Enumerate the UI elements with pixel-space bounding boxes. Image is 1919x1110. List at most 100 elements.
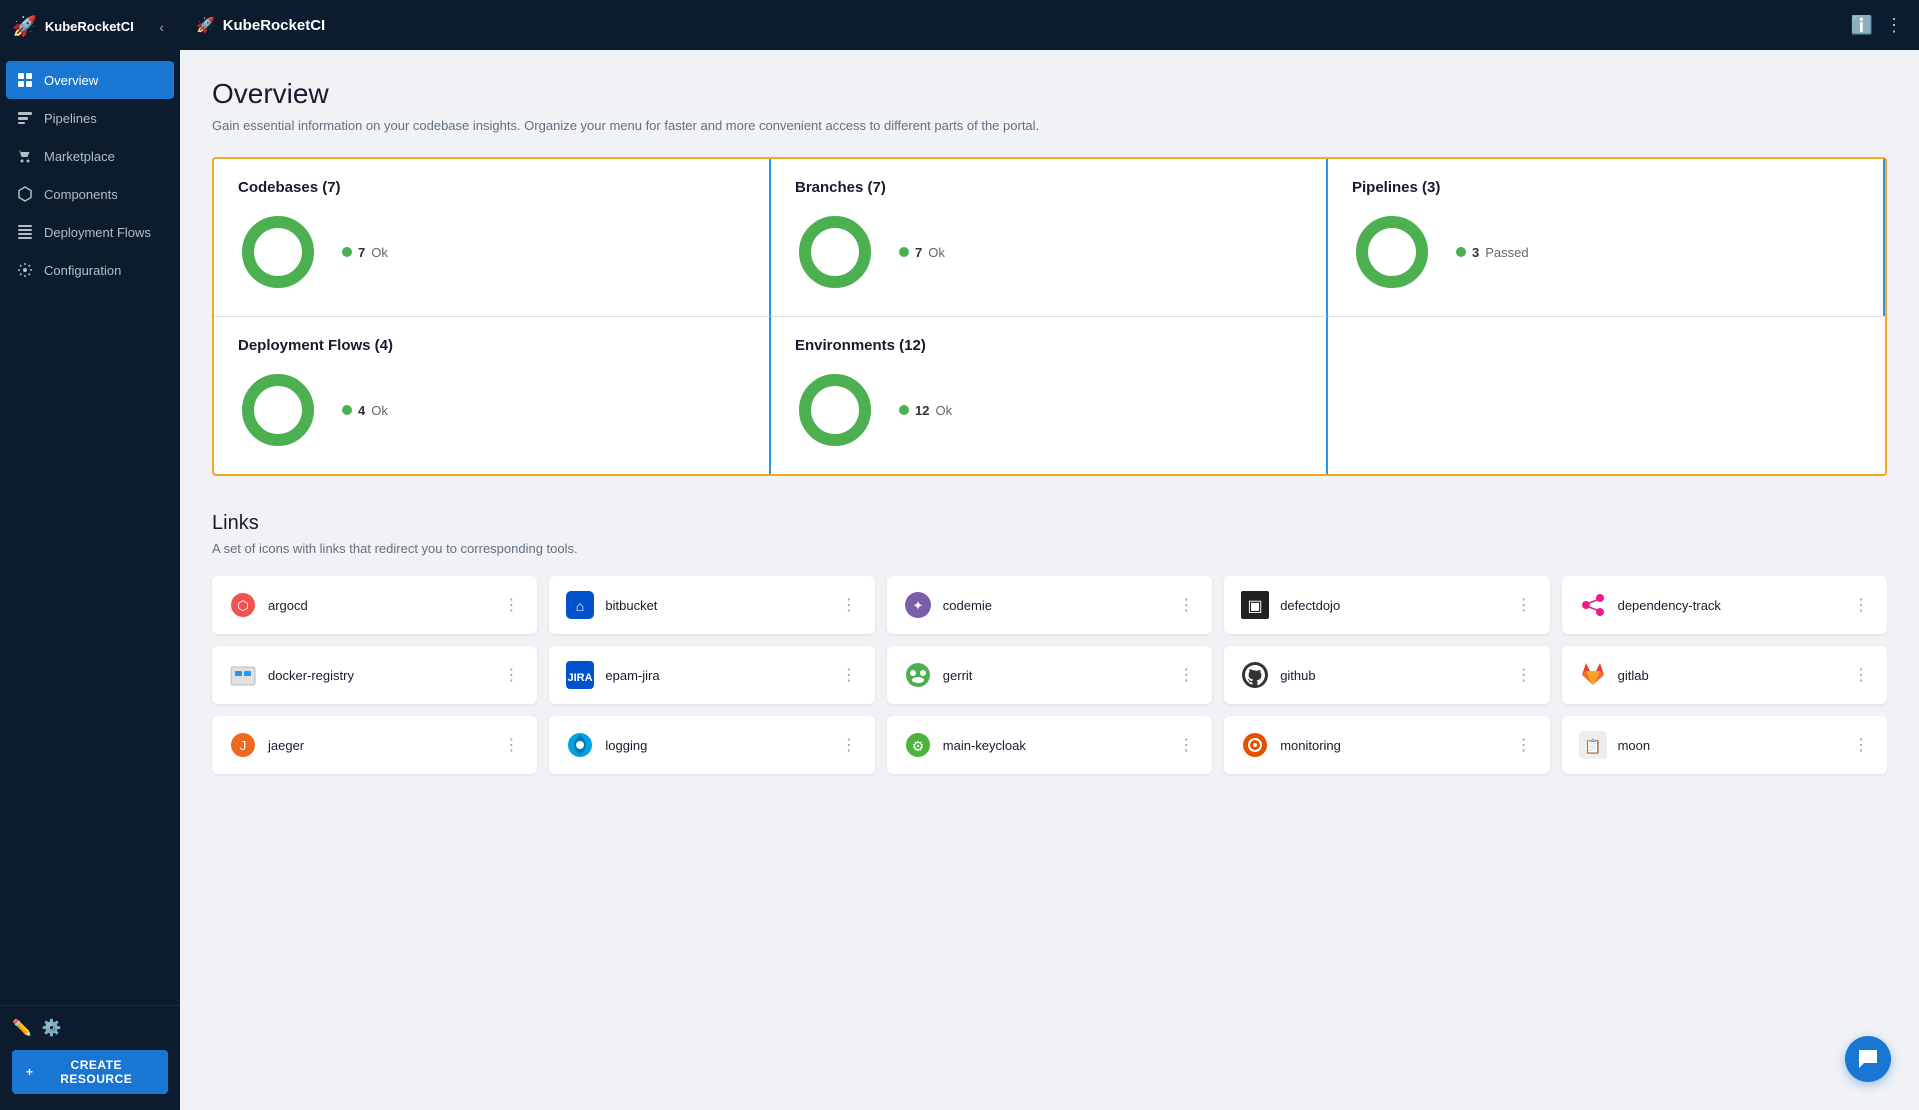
sidebar-collapse-button[interactable]: ‹ bbox=[155, 17, 168, 37]
pipelines-donut-chart bbox=[1352, 212, 1432, 292]
link-card-defectdojo[interactable]: ▣ defectdojo ⋮ bbox=[1224, 576, 1549, 634]
monitoring-icon bbox=[1240, 730, 1270, 760]
epam-jira-menu-button[interactable]: ⋮ bbox=[839, 663, 859, 687]
codemie-icon: ✦ bbox=[903, 590, 933, 620]
bitbucket-name: bitbucket bbox=[605, 598, 657, 613]
sidebar: 🚀 KubeRocketCI ‹ Overview Pipelines Mark… bbox=[0, 0, 180, 1110]
link-card-github[interactable]: github ⋮ bbox=[1224, 646, 1549, 704]
link-card-left-defectdojo: ▣ defectdojo bbox=[1240, 590, 1340, 620]
main-keycloak-icon: ⚙ bbox=[903, 730, 933, 760]
github-name: github bbox=[1280, 668, 1315, 683]
link-card-epam-jira[interactable]: JIRA epam-jira ⋮ bbox=[549, 646, 874, 704]
svg-text:▣: ▣ bbox=[1248, 598, 1263, 615]
moon-menu-button[interactable]: ⋮ bbox=[1851, 733, 1871, 757]
link-card-left-dependency-track: dependency-track bbox=[1578, 590, 1721, 620]
deployment-flows-label: Deployment Flows bbox=[44, 225, 151, 240]
main-keycloak-menu-button[interactable]: ⋮ bbox=[1176, 733, 1196, 757]
deployment-flows-legend: 4 Ok bbox=[342, 403, 388, 418]
monitoring-menu-button[interactable]: ⋮ bbox=[1514, 733, 1534, 757]
logging-name: logging bbox=[605, 738, 647, 753]
link-card-argocd[interactable]: ⬡ argocd ⋮ bbox=[212, 576, 537, 634]
sidebar-item-components[interactable]: Components bbox=[0, 175, 180, 213]
gerrit-name: gerrit bbox=[943, 668, 973, 683]
argocd-menu-button[interactable]: ⋮ bbox=[501, 593, 521, 617]
monitoring-name: monitoring bbox=[1280, 738, 1341, 753]
marketplace-label: Marketplace bbox=[44, 149, 115, 164]
sidebar-logo: 🚀 KubeRocketCI bbox=[12, 14, 134, 39]
dependency-track-menu-button[interactable]: ⋮ bbox=[1851, 593, 1871, 617]
page-title: Overview bbox=[212, 78, 1887, 110]
stat-branches[interactable]: Branches (7) 7 Ok bbox=[771, 159, 1328, 316]
marketplace-icon bbox=[16, 147, 34, 165]
link-card-bitbucket[interactable]: ⌂ bitbucket ⋮ bbox=[549, 576, 874, 634]
svg-text:⚙: ⚙ bbox=[912, 738, 925, 754]
link-card-left-gitlab: gitlab bbox=[1578, 660, 1649, 690]
stat-deployment-flows-title: Deployment Flows (4) bbox=[238, 337, 745, 354]
link-card-gerrit[interactable]: gerrit ⋮ bbox=[887, 646, 1212, 704]
github-menu-button[interactable]: ⋮ bbox=[1514, 663, 1534, 687]
environments-count: 12 bbox=[915, 403, 929, 418]
bitbucket-icon: ⌂ bbox=[565, 590, 595, 620]
link-card-logging[interactable]: logging ⋮ bbox=[549, 716, 874, 774]
link-card-gitlab[interactable]: gitlab ⋮ bbox=[1562, 646, 1887, 704]
stat-pipelines[interactable]: Pipelines (3) 3 Passed bbox=[1328, 159, 1885, 316]
github-icon bbox=[1240, 660, 1270, 690]
sidebar-nav: Overview Pipelines Marketplace Component… bbox=[0, 53, 180, 1005]
jaeger-menu-button[interactable]: ⋮ bbox=[501, 733, 521, 757]
overview-label: Overview bbox=[44, 73, 98, 88]
link-card-left-monitoring: monitoring bbox=[1240, 730, 1341, 760]
link-card-main-keycloak[interactable]: ⚙ main-keycloak ⋮ bbox=[887, 716, 1212, 774]
link-card-jaeger[interactable]: J jaeger ⋮ bbox=[212, 716, 537, 774]
stat-deployment-flows[interactable]: Deployment Flows (4) 4 Ok bbox=[214, 316, 771, 474]
sidebar-item-marketplace[interactable]: Marketplace bbox=[0, 137, 180, 175]
codemie-menu-button[interactable]: ⋮ bbox=[1176, 593, 1196, 617]
stat-environments-body: 12 Ok bbox=[795, 370, 1302, 450]
svg-text:📋: 📋 bbox=[1584, 738, 1601, 755]
stat-codebases-body: 7 Ok bbox=[238, 212, 745, 292]
link-card-monitoring[interactable]: monitoring ⋮ bbox=[1224, 716, 1549, 774]
link-card-left-bitbucket: ⌂ bitbucket bbox=[565, 590, 657, 620]
dependency-track-name: dependency-track bbox=[1618, 598, 1721, 613]
stat-codebases[interactable]: Codebases (7) 7 Ok bbox=[214, 159, 771, 316]
settings-icon-button[interactable]: ⚙️ bbox=[42, 1018, 62, 1038]
more-options-icon-button[interactable]: ⋮ bbox=[1885, 15, 1903, 36]
codebases-count: 7 bbox=[358, 245, 365, 260]
link-card-codemie[interactable]: ✦ codemie ⋮ bbox=[887, 576, 1212, 634]
link-card-left-argocd: ⬡ argocd bbox=[228, 590, 308, 620]
edit-icon-button[interactable]: ✏️ bbox=[12, 1018, 32, 1038]
info-icon-button[interactable]: ℹ️ bbox=[1851, 15, 1873, 36]
defectdojo-name: defectdojo bbox=[1280, 598, 1340, 613]
stat-empty-cell bbox=[1328, 316, 1885, 474]
svg-text:⬡: ⬡ bbox=[237, 598, 248, 613]
links-grid: ⬡ argocd ⋮ ⌂ bitbucket ⋮ bbox=[212, 576, 1887, 774]
jaeger-icon: J bbox=[228, 730, 258, 760]
gitlab-menu-button[interactable]: ⋮ bbox=[1851, 663, 1871, 687]
stat-pipelines-body: 3 Passed bbox=[1352, 212, 1859, 292]
link-card-docker-registry[interactable]: docker-registry ⋮ bbox=[212, 646, 537, 704]
sidebar-item-pipelines[interactable]: Pipelines bbox=[0, 99, 180, 137]
link-card-dependency-track[interactable]: dependency-track ⋮ bbox=[1562, 576, 1887, 634]
stat-environments[interactable]: Environments (12) 12 Ok bbox=[771, 316, 1328, 474]
gerrit-menu-button[interactable]: ⋮ bbox=[1176, 663, 1196, 687]
logging-menu-button[interactable]: ⋮ bbox=[839, 733, 859, 757]
link-card-left-gerrit: gerrit bbox=[903, 660, 973, 690]
main-content: 🚀 KubeRocketCI ℹ️ ⋮ Overview Gain essent… bbox=[180, 0, 1919, 1110]
codebases-legend: 7 Ok bbox=[342, 245, 388, 260]
chat-fab-button[interactable] bbox=[1845, 1036, 1891, 1082]
topbar-actions: ℹ️ ⋮ bbox=[1851, 15, 1903, 36]
link-card-left-codemie: ✦ codemie bbox=[903, 590, 992, 620]
docker-registry-menu-button[interactable]: ⋮ bbox=[501, 663, 521, 687]
svg-text:✦: ✦ bbox=[912, 598, 923, 613]
codebases-legend-dot bbox=[342, 247, 352, 257]
defectdojo-menu-button[interactable]: ⋮ bbox=[1514, 593, 1534, 617]
link-card-left-moon: 📋 moon bbox=[1578, 730, 1651, 760]
create-resource-button[interactable]: + CREATE RESOURCE bbox=[12, 1050, 168, 1094]
sidebar-item-overview[interactable]: Overview bbox=[6, 61, 174, 99]
topbar-title: 🚀 KubeRocketCI bbox=[196, 16, 325, 34]
argocd-icon: ⬡ bbox=[228, 590, 258, 620]
sidebar-item-configuration[interactable]: Configuration bbox=[0, 251, 180, 289]
bitbucket-menu-button[interactable]: ⋮ bbox=[839, 593, 859, 617]
main-keycloak-name: main-keycloak bbox=[943, 738, 1026, 753]
link-card-moon[interactable]: 📋 moon ⋮ bbox=[1562, 716, 1887, 774]
sidebar-item-deployment-flows[interactable]: Deployment Flows bbox=[0, 213, 180, 251]
